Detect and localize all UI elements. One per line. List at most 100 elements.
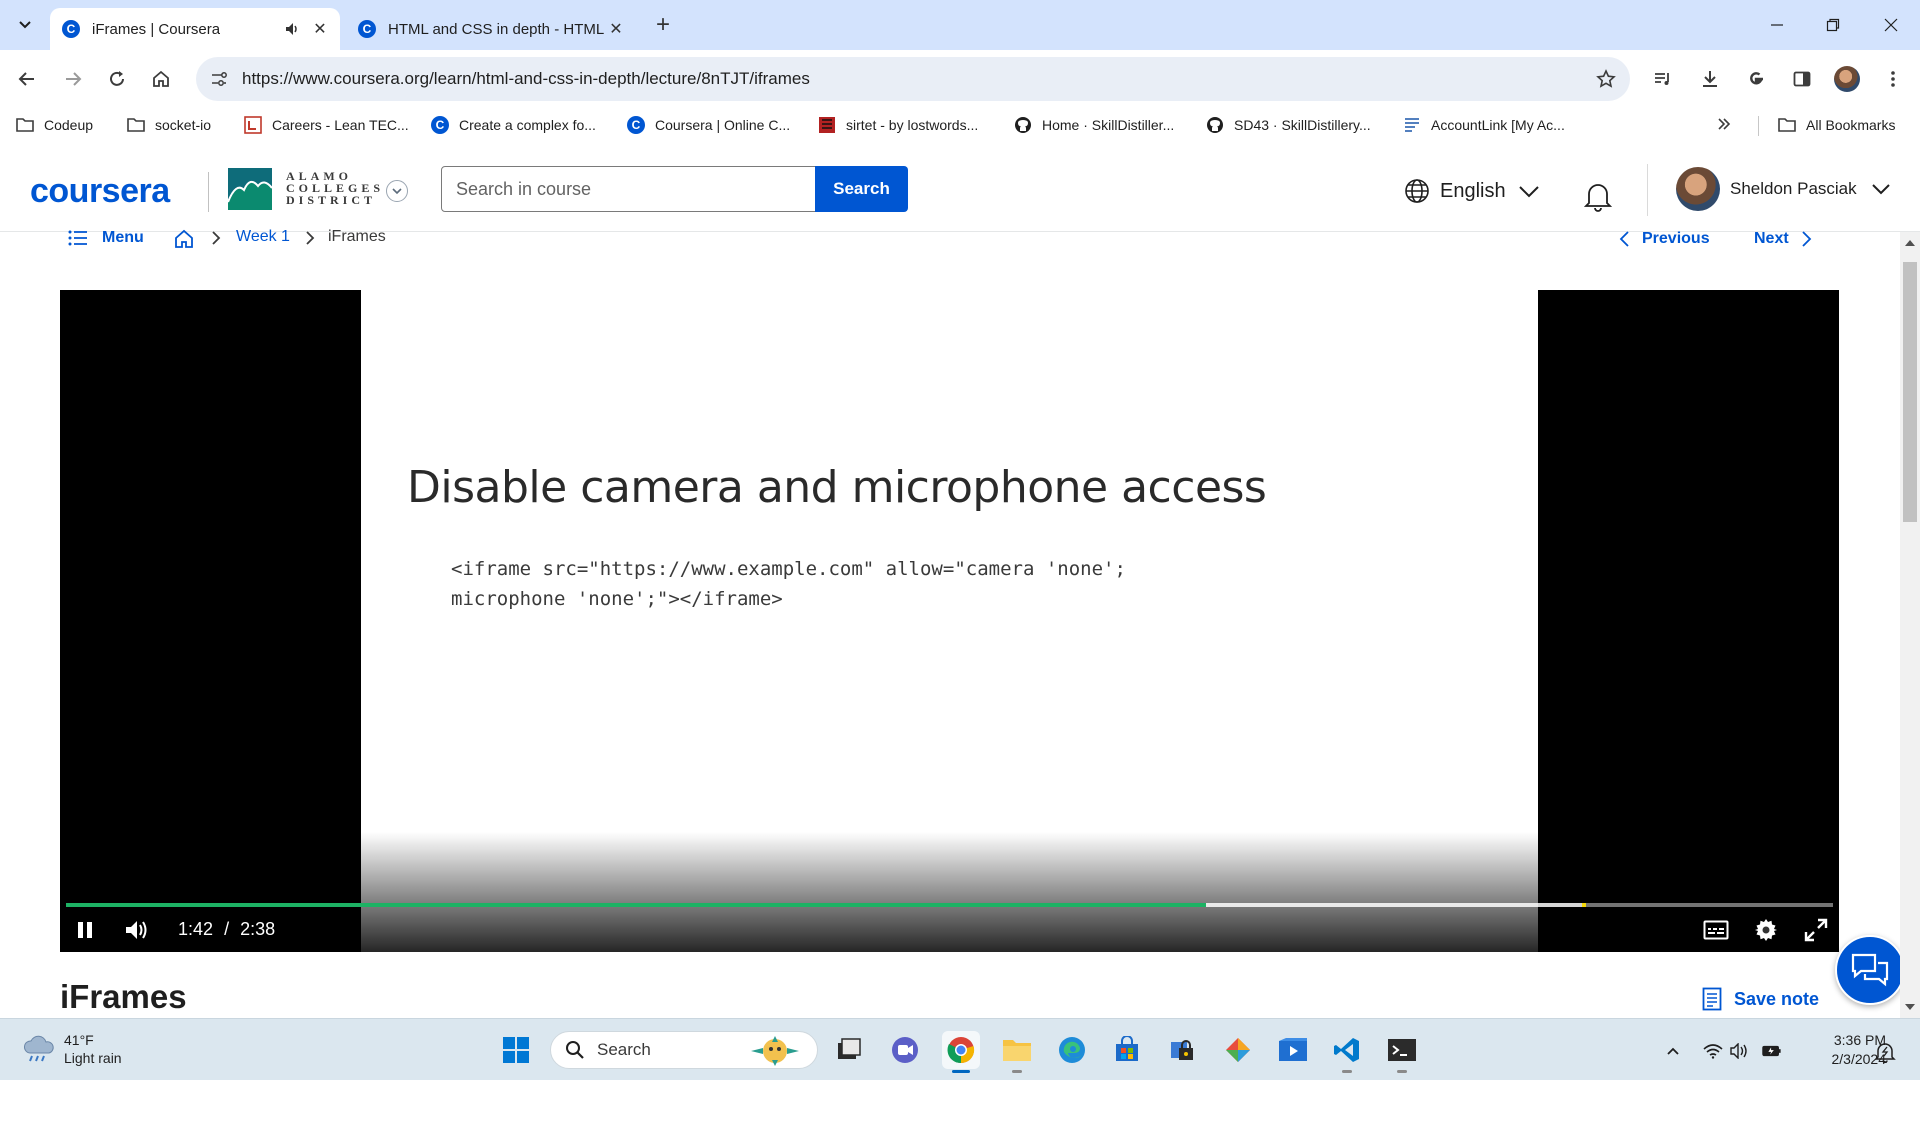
speaker-icon[interactable] <box>282 19 302 39</box>
next-button[interactable]: Next <box>1754 228 1813 250</box>
bookmark-label: AccountLink [My Ac... <box>1431 117 1565 133</box>
weather-temperature: 41°F <box>64 1032 94 1048</box>
close-tab-icon[interactable]: ✕ <box>310 19 330 39</box>
edge-button[interactable] <box>1053 1031 1091 1069</box>
bookmark-home-skilldistiller[interactable]: Home · SkillDistiller... <box>1014 114 1174 136</box>
chrome-taskbar-button[interactable] <box>942 1031 980 1073</box>
chevron-down-icon <box>392 188 402 195</box>
scroll-thumb[interactable] <box>1903 262 1917 522</box>
restore-window-button[interactable] <box>1820 12 1846 38</box>
media-controls-button[interactable] <box>1648 64 1678 94</box>
weather-description: Light rain <box>64 1050 122 1066</box>
vscode-button[interactable] <box>1328 1031 1366 1073</box>
scroll-up-arrow-icon[interactable] <box>1905 240 1915 246</box>
minimize-window-button[interactable] <box>1764 12 1790 38</box>
battery-charging-icon <box>1762 1045 1781 1057</box>
site-info-icon[interactable] <box>208 68 230 90</box>
close-window-button[interactable] <box>1878 12 1904 38</box>
profile-button[interactable] <box>1832 64 1862 94</box>
more-bookmarks-button[interactable] <box>1716 114 1732 136</box>
github-icon <box>1206 116 1224 134</box>
course-menu-button[interactable]: Menu <box>68 226 144 250</box>
captions-button[interactable] <box>1700 914 1732 946</box>
volume-button[interactable] <box>120 914 154 946</box>
course-search-input[interactable]: Search in course <box>441 166 816 212</box>
video-progress-bar[interactable] <box>66 903 1833 907</box>
wifi-status[interactable] <box>1703 1041 1723 1061</box>
terminal-button[interactable] <box>1383 1031 1421 1073</box>
git-tool-button[interactable] <box>1219 1031 1257 1069</box>
settings-button[interactable] <box>1750 914 1782 946</box>
user-menu[interactable]: Sheldon Pasciak <box>1676 166 1891 212</box>
scroll-down-arrow-icon[interactable] <box>1905 1004 1915 1010</box>
page-scrollbar[interactable] <box>1900 232 1920 1018</box>
all-bookmarks-button[interactable]: All Bookmarks <box>1778 114 1895 136</box>
ms-store-button[interactable] <box>1108 1031 1146 1069</box>
close-tab-icon[interactable]: ✕ <box>606 19 626 39</box>
battery-status[interactable] <box>1762 1041 1782 1061</box>
bookmark-star-icon[interactable] <box>1594 67 1618 91</box>
bookmark-accountlink[interactable]: AccountLink [My Ac... <box>1403 114 1565 136</box>
vpn-app-button[interactable] <box>1164 1031 1202 1069</box>
alamo-colleges-logo-icon[interactable] <box>228 168 272 210</box>
weather-widget[interactable]: 41°F Light rain <box>22 1031 122 1067</box>
teams-meet-button[interactable] <box>886 1031 924 1069</box>
edge-icon <box>1059 1037 1085 1063</box>
previous-button[interactable]: Previous <box>1618 228 1710 250</box>
taskbar-search[interactable]: Search <box>550 1031 818 1069</box>
browser-tab[interactable]: C HTML and CSS in depth - HTML ✕ <box>346 8 636 50</box>
side-panel-button[interactable] <box>1787 64 1817 94</box>
address-bar[interactable]: https://www.coursera.org/learn/html-and-… <box>196 57 1630 101</box>
pause-icon <box>78 922 92 938</box>
chrome-menu-button[interactable] <box>1878 64 1908 94</box>
wifi-icon <box>1703 1044 1723 1059</box>
language-selector[interactable]: English <box>1404 178 1540 204</box>
windows-logo-icon <box>503 1037 529 1063</box>
browser-tab-active[interactable]: C iFrames | Coursera ✕ <box>50 8 340 50</box>
note-icon <box>1702 987 1722 1011</box>
breadcrumb: Menu Week 1 iFrames Previous Next <box>0 226 1900 252</box>
tab-search-button[interactable] <box>10 10 40 40</box>
chevron-up-icon <box>1667 1047 1679 1055</box>
notifications-bell-icon[interactable] <box>1584 180 1612 212</box>
breadcrumb-week-link[interactable]: Week 1 <box>236 228 290 246</box>
bookmark-careers-lean-tec[interactable]: Careers - Lean TEC... <box>244 114 409 136</box>
video-player[interactable]: Disable camera and microphone access <if… <box>60 290 1839 952</box>
coursera-logo[interactable]: coursera <box>30 172 170 211</box>
google-extension-button[interactable] <box>1741 64 1771 94</box>
new-tab-button[interactable]: + <box>650 11 676 38</box>
bookmark-label: SD43 · SkillDistillery... <box>1234 117 1371 133</box>
media-player-button[interactable] <box>1274 1031 1312 1069</box>
partner-menu-button[interactable] <box>386 180 408 202</box>
search-button[interactable]: Search <box>815 166 908 212</box>
back-button[interactable] <box>12 64 42 94</box>
downloads-button[interactable] <box>1695 64 1725 94</box>
bookmark-coursera-online[interactable]: C Coursera | Online C... <box>627 114 790 136</box>
home-button[interactable] <box>146 64 176 94</box>
bookmark-socket-io[interactable]: socket-io <box>127 114 211 136</box>
browser-toolbar: https://www.coursera.org/learn/html-and-… <box>0 50 1920 108</box>
forward-button[interactable] <box>58 64 88 94</box>
bookmark-create-complex-form[interactable]: C Create a complex fo... <box>431 114 596 136</box>
task-view-button[interactable] <box>830 1031 868 1069</box>
fullscreen-button[interactable] <box>1800 914 1832 946</box>
chat-support-button[interactable] <box>1835 935 1905 1005</box>
pause-button[interactable] <box>70 914 100 946</box>
bookmark-sirtet[interactable]: sirtet - by lostwords... <box>818 114 978 136</box>
notification-bell-icon[interactable] <box>1874 1041 1896 1063</box>
volume-status[interactable] <box>1730 1041 1750 1061</box>
bookmark-codeup[interactable]: Codeup <box>16 114 93 136</box>
video-time: 1:42 / 2:38 <box>178 919 275 940</box>
close-icon <box>1884 18 1898 32</box>
show-hidden-icons-button[interactable] <box>1663 1041 1683 1061</box>
bookmark-sd43-skilldistillery[interactable]: SD43 · SkillDistillery... <box>1206 114 1371 136</box>
list-menu-icon <box>68 230 87 246</box>
home-icon[interactable] <box>173 228 195 250</box>
video-meet-icon <box>892 1037 918 1063</box>
coursera-favicon-icon: C <box>62 20 80 38</box>
reload-button[interactable] <box>102 64 132 94</box>
chevron-right-icon <box>306 231 315 245</box>
start-button[interactable] <box>497 1031 535 1069</box>
file-explorer-button[interactable] <box>998 1031 1036 1073</box>
save-note-button[interactable]: Save note <box>1702 986 1819 1012</box>
